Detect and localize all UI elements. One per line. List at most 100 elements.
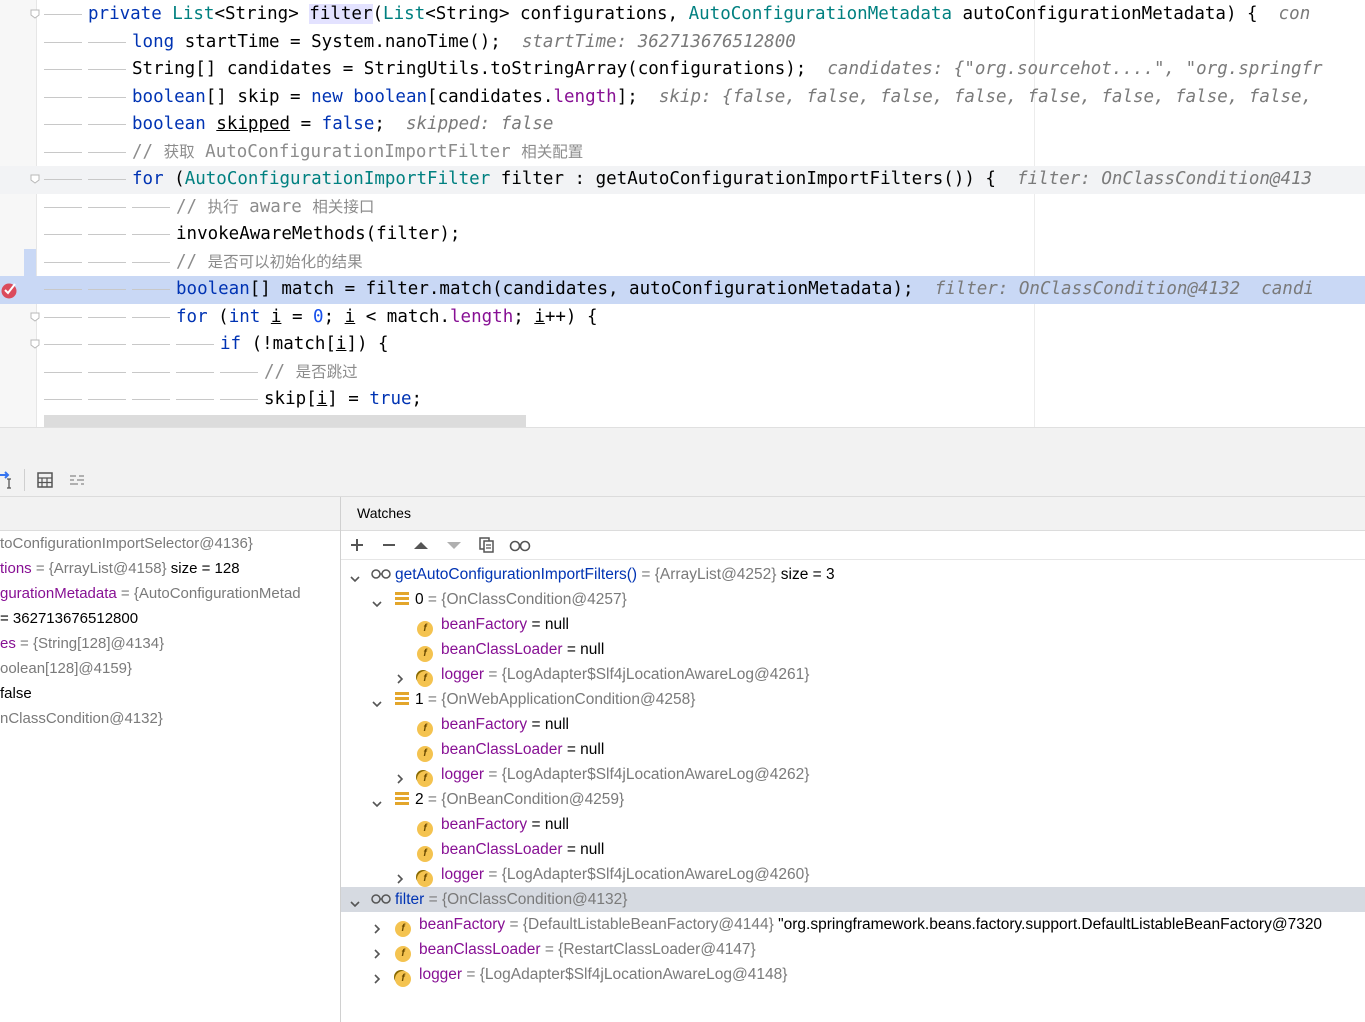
fold-marker-icon[interactable] [30,9,40,19]
watch-tree-row[interactable]: filter = {OnClassCondition@4132} [341,887,1365,912]
code-line[interactable]: // 获取 AutoConfigurationImportFilter 相关配置 [0,139,1365,167]
code-line[interactable]: private List<String> filter(List<String>… [0,1,1365,29]
watch-entry: 0 = {OnClassCondition@4257} [395,587,627,612]
indent-guide [220,371,258,373]
chevron-right-icon[interactable] [371,968,383,984]
code-token: ]) { [346,334,389,354]
code-line[interactable]: for (int i = 0; i < match.length; i++) { [0,304,1365,332]
code-line[interactable]: String[] candidates = StringUtils.toStri… [0,56,1365,84]
watches-toolbar [341,531,1365,560]
code-text: for (AutoConfigurationImportFilter filte… [132,166,1312,194]
chevron-down-icon[interactable] [371,793,383,808]
fold-marker-icon[interactable] [30,339,40,349]
watch-tree-row[interactable]: f beanFactory = null [341,712,1365,737]
code-token: < match. [355,306,451,327]
layout-settings-icon[interactable] [68,471,86,489]
watch-tree-row[interactable]: 1 = {OnWebApplicationCondition@4258} [341,687,1365,712]
code-token: length [553,86,617,107]
code-token: boolean [132,114,217,134]
variable-row[interactable]: tions = {ArrayList@4158} size = 128 [0,556,340,581]
step-cursor-icon[interactable] [0,471,18,489]
watch-tree-row[interactable]: f logger = {LogAdapter$Slf4jLocationAware… [341,662,1365,687]
watch-value: = null [562,741,605,758]
field-icon: f [417,621,433,637]
chevron-down-icon[interactable] [349,568,361,583]
variable-row[interactable]: es = {String[128]@4134} [0,631,340,656]
variable-row[interactable]: = 362713676512800 [0,606,340,631]
watch-value: size = 3 [776,566,835,583]
chevron-right-icon[interactable] [394,768,406,784]
watch-name: beanFactory [441,816,528,833]
code-token: new boolean [311,86,428,107]
watch-tree-row[interactable]: f beanFactory = null [341,612,1365,637]
code-line[interactable]: boolean[] skip = new boolean[candidates.… [0,84,1365,112]
indent-guide [44,69,82,70]
chevron-down-icon[interactable] [371,593,383,608]
code-text: String[] candidates = StringUtils.toStri… [132,56,1323,84]
code-editor[interactable]: private List<String> filter(List<String>… [0,0,1365,427]
watch-tree-row[interactable]: f beanClassLoader = {RestartClassLoader@4… [341,937,1365,962]
move-up-icon[interactable] [411,536,431,554]
code-token: private [88,4,173,24]
code-line[interactable]: long startTime = System.nanoTime(); star… [0,29,1365,57]
code-line[interactable]: boolean skipped = false; skipped: false [0,111,1365,139]
watch-entry: 1 = {OnWebApplicationCondition@4258} [395,687,695,712]
watch-tree-row[interactable]: f beanFactory = {DefaultListableBeanFacto… [341,912,1365,937]
code-line[interactable]: for (AutoConfigurationImportFilter filte… [0,166,1365,194]
variable-row[interactable]: toConfigurationImportSelector@4136} [0,531,340,556]
watch-name: beanFactory [441,616,528,633]
watch-tree-row[interactable]: 0 = {OnClassCondition@4257} [341,587,1365,612]
code-token: [candidates. [427,86,554,107]
indent-guide [88,316,126,318]
variable-row[interactable]: false [0,681,340,706]
fold-marker-icon[interactable] [30,174,40,184]
watches-title: Watches [357,505,411,521]
chevron-right-icon[interactable] [394,868,406,884]
watch-tree-row[interactable]: f logger = {LogAdapter$Slf4jLocationAware… [341,762,1365,787]
duplicate-icon[interactable] [477,536,497,554]
code-line[interactable]: boolean[] match = filter.match(candidate… [0,276,1365,304]
watch-tree-row[interactable]: f beanClassLoader = null [341,837,1365,862]
code-token: false [321,114,375,134]
watch-entry: f logger = {LogAdapter$Slf4jLocationAware… [417,762,809,787]
move-down-icon[interactable] [444,536,464,554]
chevron-right-icon[interactable] [371,943,383,959]
breakpoint-icon[interactable] [0,280,20,300]
code-line[interactable]: if (!match[i]) { [0,331,1365,359]
code-line[interactable]: // 是否跳过 [0,359,1365,387]
code-line[interactable]: invokeAwareMethods(filter); [0,221,1365,249]
watch-tree-row[interactable]: f beanFactory = null [341,812,1365,837]
code-line[interactable]: // 是否可以初始化的结果 [0,249,1365,277]
watch-tree-row[interactable]: f beanClassLoader = null [341,737,1365,762]
watch-name: 2 [415,791,424,808]
watch-tree-row[interactable]: getAutoConfigurationImportFilters() = {A… [341,562,1365,587]
chevron-down-icon[interactable] [349,893,361,908]
field-icon: f [417,646,433,662]
watch-tree-row[interactable]: f beanClassLoader = null [341,637,1365,662]
glasses-icon[interactable] [509,536,531,554]
watch-tree-row[interactable]: f logger = {LogAdapter$Slf4jLocationAware… [341,962,1365,987]
code-token: <String> [214,4,310,24]
watch-tree-row[interactable]: 2 = {OnBeanCondition@4259} [341,787,1365,812]
watch-entry: f beanClassLoader = null [417,637,604,662]
chevron-down-icon[interactable] [371,693,383,708]
variable-row[interactable]: gurationMetadata = {AutoConfigurationMet… [0,581,340,606]
code-token: filter : getAutoConfigurationImportFilte… [490,169,1018,189]
fold-marker-icon[interactable] [30,312,40,322]
editor-horizontal-scrollbar[interactable] [44,415,526,427]
array-element-icon [395,788,409,805]
chevron-right-icon[interactable] [371,918,383,934]
watch-reference: = {LogAdapter$Slf4jLocationAwareLog@4148… [462,966,788,983]
watch-tree-row[interactable]: f logger = {LogAdapter$Slf4jLocationAware… [341,862,1365,887]
indent-guide [88,179,126,180]
chevron-right-icon[interactable] [394,668,406,684]
code-line[interactable]: // 执行 aware 相关接口 [0,194,1365,222]
code-token: // [176,251,208,272]
watch-value: = null [527,716,569,733]
add-icon[interactable] [347,536,367,554]
evaluate-expression-icon[interactable] [36,471,54,489]
variable-row[interactable]: nClassCondition@4132} [0,706,340,731]
variable-row[interactable]: oolean[128]@4159} [0,656,340,681]
code-line[interactable]: skip[i] = true; [0,386,1365,414]
remove-icon[interactable] [379,536,399,554]
